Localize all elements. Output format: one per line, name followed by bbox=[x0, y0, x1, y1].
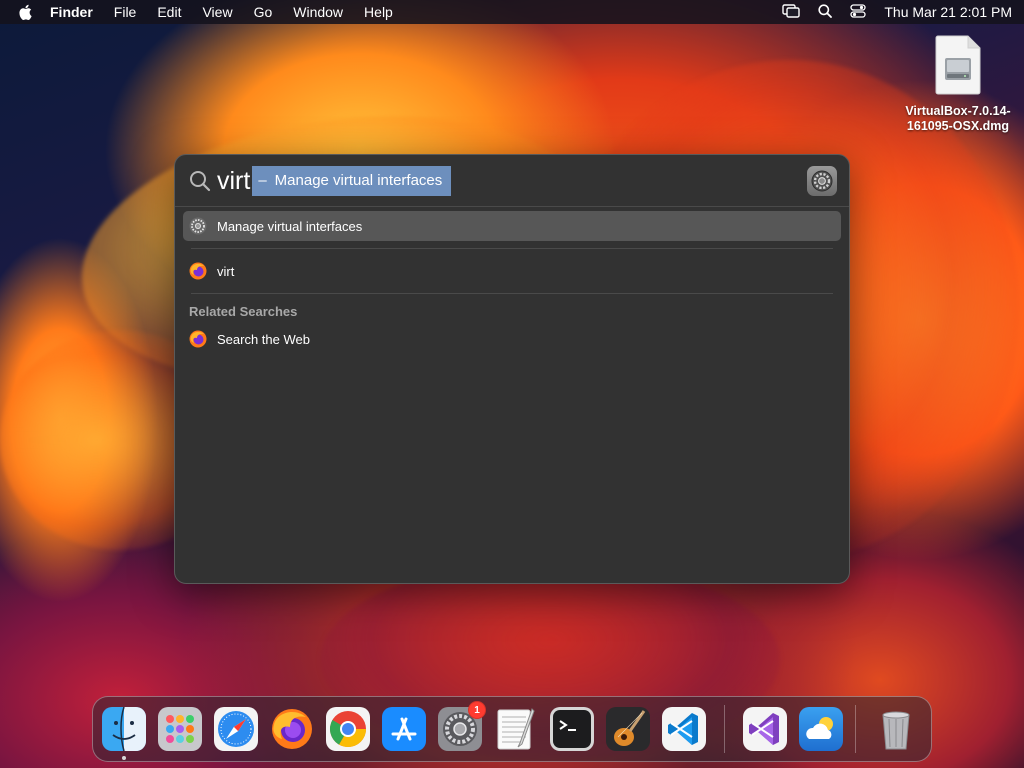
firefox-icon bbox=[189, 262, 207, 280]
screen-mirroring-icon[interactable] bbox=[782, 3, 801, 21]
result-label: Search the Web bbox=[217, 331, 310, 347]
control-center-icon[interactable] bbox=[850, 3, 867, 21]
app-store-icon bbox=[382, 707, 426, 751]
spotlight-results: Manage virtual interfaces virt Related S… bbox=[183, 211, 841, 354]
menu-go[interactable]: Go bbox=[254, 4, 273, 20]
dock-visual-studio[interactable] bbox=[743, 707, 787, 751]
dock-finder[interactable] bbox=[102, 707, 146, 760]
menu-view[interactable]: View bbox=[202, 4, 232, 20]
chrome-icon bbox=[326, 707, 370, 751]
system-settings-icon bbox=[189, 217, 207, 235]
firefox-icon bbox=[272, 709, 312, 749]
dock-launchpad[interactable] bbox=[158, 707, 202, 751]
terminal-icon bbox=[550, 707, 594, 751]
spotlight-window: virt – Manage virtual interfaces Manage v… bbox=[174, 154, 850, 584]
trash-icon bbox=[882, 711, 910, 750]
result-search-the-web[interactable]: Search the Web bbox=[183, 324, 841, 354]
menu-app-finder[interactable]: Finder bbox=[50, 4, 93, 20]
dock-vscode[interactable] bbox=[662, 707, 706, 751]
dock-textedit[interactable] bbox=[494, 707, 538, 751]
dock-firefox[interactable] bbox=[270, 707, 314, 751]
dock-app-store[interactable] bbox=[382, 707, 426, 751]
finder-icon bbox=[102, 707, 146, 751]
notification-badge: 1 bbox=[468, 701, 486, 719]
launchpad-icon bbox=[158, 707, 202, 751]
dock-trash[interactable] bbox=[874, 707, 918, 751]
related-searches-heading: Related Searches bbox=[189, 304, 298, 319]
results-divider bbox=[191, 248, 833, 249]
desktop-file-label: VirtualBox-7.0.14-161095-OSX.dmg bbox=[905, 104, 1011, 133]
menu-window[interactable]: Window bbox=[293, 4, 343, 20]
completion-text: Manage virtual interfaces bbox=[274, 171, 443, 189]
spotlight-query-text[interactable]: virt bbox=[217, 166, 250, 196]
system-settings-preview-icon[interactable] bbox=[807, 166, 837, 196]
menu-edit[interactable]: Edit bbox=[157, 4, 181, 20]
visual-studio-icon bbox=[743, 707, 787, 751]
menu-file[interactable]: File bbox=[114, 4, 137, 20]
dock-safari[interactable] bbox=[214, 707, 258, 751]
completion-dash: – bbox=[258, 171, 267, 189]
menu-bar: Finder File Edit View Go Window Help Thu… bbox=[0, 0, 1024, 24]
dock-divider bbox=[724, 705, 725, 753]
dock-terminal[interactable] bbox=[550, 707, 594, 751]
result-manage-virtual-interfaces[interactable]: Manage virtual interfaces bbox=[183, 211, 841, 241]
running-indicator bbox=[122, 756, 126, 760]
spotlight-autocomplete[interactable]: – Manage virtual interfaces bbox=[252, 165, 452, 196]
vscode-icon bbox=[662, 707, 706, 751]
disk-image-file-icon bbox=[934, 34, 982, 96]
result-label: virt bbox=[217, 263, 235, 279]
menu-clock[interactable]: Thu Mar 21 2:01 PM bbox=[884, 4, 1012, 20]
results-divider bbox=[191, 293, 833, 294]
dock-chrome[interactable] bbox=[326, 707, 370, 751]
weather-icon bbox=[799, 707, 843, 751]
result-virt[interactable]: virt bbox=[183, 256, 841, 286]
menu-help[interactable]: Help bbox=[364, 4, 393, 20]
result-label: Manage virtual interfaces bbox=[217, 218, 363, 234]
garageband-icon bbox=[606, 707, 650, 751]
desktop-file-dmg[interactable]: VirtualBox-7.0.14-161095-OSX.dmg bbox=[898, 34, 1018, 134]
magnifier-icon bbox=[189, 170, 211, 192]
dock: 1 bbox=[92, 696, 932, 762]
firefox-icon bbox=[189, 330, 207, 348]
dock-divider bbox=[855, 705, 856, 753]
dock-system-settings[interactable]: 1 bbox=[438, 701, 486, 751]
search-icon[interactable] bbox=[818, 3, 833, 21]
spotlight-search-bar[interactable]: virt – Manage virtual interfaces bbox=[175, 155, 849, 207]
textedit-icon bbox=[497, 708, 535, 750]
dock-weather[interactable] bbox=[799, 707, 843, 751]
dock-garageband[interactable] bbox=[606, 707, 650, 751]
apple-menu-icon[interactable] bbox=[18, 4, 32, 20]
safari-icon bbox=[214, 707, 258, 751]
